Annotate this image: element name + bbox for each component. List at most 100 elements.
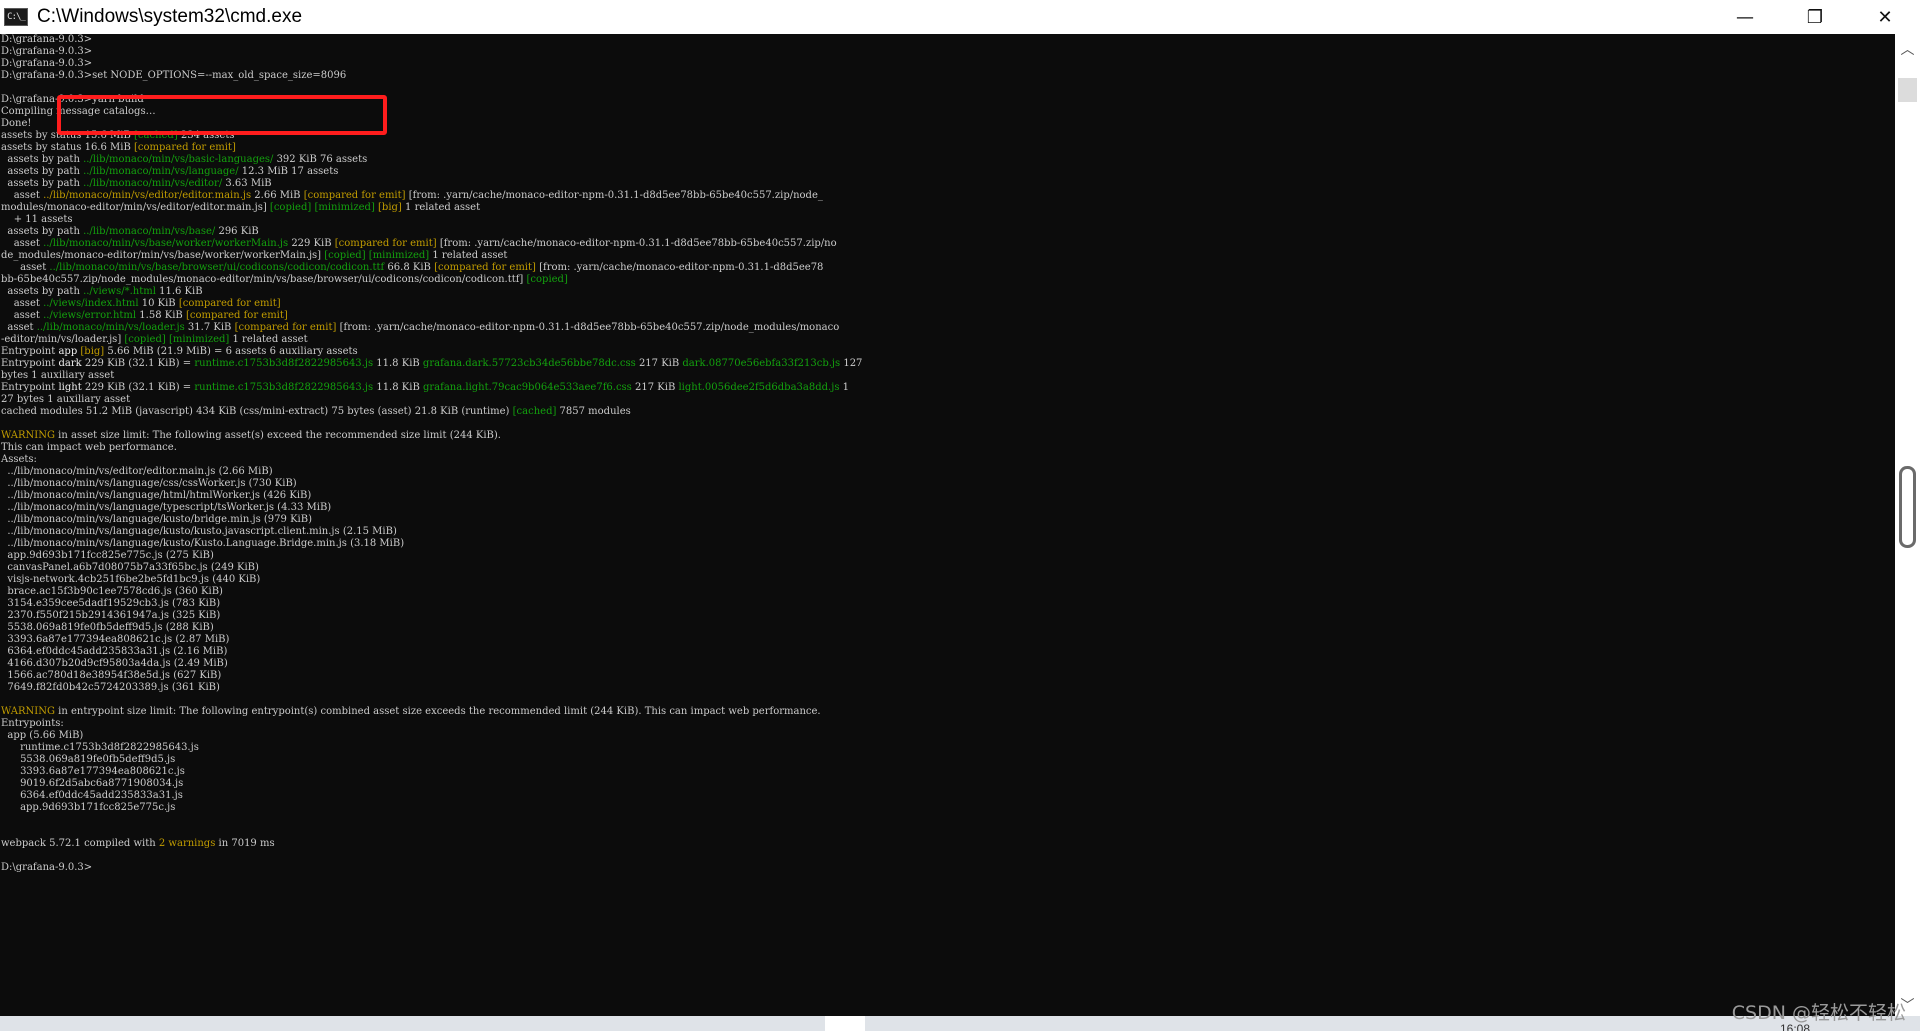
console-line: app.9d693b171fcc825e775c.js (275 KiB) (1, 550, 862, 562)
console-segment: 12.3 MiB 17 assets (238, 166, 339, 177)
console-segment: [copied] (526, 274, 568, 285)
console-line: 3393.6a87e177394ea808621c.js (2.87 MiB) (1, 634, 862, 646)
console-segment: ../views/error.html (43, 310, 137, 321)
console-segment: light (58, 382, 82, 393)
console-segment: [compared for emit] (178, 298, 281, 309)
console-line: asset ../lib/monaco/min/vs/editor/editor… (1, 190, 862, 202)
title-bar[interactable]: C:\_ C:\Windows\system32\cmd.exe — ❐ ✕ (0, 0, 1920, 34)
console-line: Entrypoint light 229 KiB (32.1 KiB) = ru… (1, 382, 862, 394)
console-line: asset ../lib/monaco/min/vs/loader.js 31.… (1, 322, 862, 334)
console-segment: assets by path (1, 226, 84, 237)
console-segment: [compared for emit] (334, 238, 437, 249)
console-line: ../lib/monaco/min/vs/language/kusto/kust… (1, 526, 862, 538)
console-line: 3154.e359cee5dadf19529cb3.js (783 KiB) (1, 598, 862, 610)
console-line: Entrypoints: (1, 718, 862, 730)
console-line: assets by status 16.6 MiB [compared for … (1, 142, 862, 154)
console-segment: assets by path (1, 286, 84, 297)
watermark-text: CSDN @轻松不轻松 (1731, 1002, 1906, 1024)
console-segment: + 11 assets (1, 214, 73, 225)
console-line: asset ../views/index.html 10 KiB [compar… (1, 298, 862, 310)
console-segment: ../lib/monaco/min/vs/base/browser/ui/cod… (49, 262, 385, 273)
console-segment: [compared for emit] (134, 142, 236, 153)
console-segment: assets by path (1, 154, 84, 165)
console-segment: asset (1, 190, 44, 201)
console-segment: app.9d693b171fcc825e775c.js (1, 802, 176, 813)
scroll-up-icon[interactable]: ︿ (1895, 38, 1920, 60)
console-segment: [compared for emit] (434, 262, 536, 273)
console-segment: Entrypoint (1, 382, 59, 393)
console-segment: [compared for emit] (303, 190, 406, 201)
console-line: ../lib/monaco/min/vs/editor/editor.main.… (1, 466, 862, 478)
console-segment: dark (58, 358, 82, 369)
console-line: cached modules 51.2 MiB (javascript) 434… (1, 406, 862, 418)
console-line: 27 bytes 1 auxiliary asset (1, 394, 862, 406)
console-segment: [big] (378, 202, 402, 213)
maximize-button[interactable]: ❐ (1780, 0, 1850, 34)
console-segment: app (58, 346, 78, 357)
console-text: D:\grafana-9.0.3> D:\grafana-9.0.3> D:\gra… (1, 34, 862, 874)
console-segment: in asset size limit: The following asset… (54, 430, 501, 441)
console-segment: ../lib/monaco/min/vs/language/html/htmlW… (1, 490, 312, 501)
console-line: asset ../views/error.html 1.58 KiB [comp… (1, 310, 862, 322)
taskbar-segment (0, 1016, 825, 1031)
vertical-scrollbar[interactable]: ︿ ﹀ (1895, 34, 1920, 1016)
console-segment: 392 KiB 76 assets (273, 154, 368, 165)
minimize-button[interactable]: — (1710, 0, 1780, 34)
console-output[interactable]: D:\grafana-9.0.3> D:\grafana-9.0.3> D:\gra… (0, 34, 1895, 1016)
console-segment: 7649.f82fd0b42c5724203389.js (361 KiB) (1, 682, 220, 693)
console-segment: 11.8 KiB (373, 358, 423, 369)
console-segment: asset (1, 238, 44, 249)
console-segment: D:\grafana-9.0.3> (1, 34, 93, 45)
console-segment: 9019.6f2d5abc6a8771908034.js (1, 778, 184, 789)
console-line: assets by path ../lib/monaco/min/vs/lang… (1, 166, 862, 178)
console-segment: 1 related asset (429, 250, 508, 261)
overlay-scroll-handle[interactable] (1899, 466, 1916, 548)
console-line: runtime.c1753b3d8f2822985643.js (1, 742, 862, 754)
console-segment: assets by path (1, 178, 84, 189)
console-segment: 3154.e359cee5dadf19529cb3.js (783 KiB) (1, 598, 221, 609)
console-line: asset ../lib/monaco/min/vs/base/worker/w… (1, 238, 862, 250)
window-title: C:\Windows\system32\cmd.exe (37, 6, 303, 27)
scrollbar-thumb[interactable] (1898, 78, 1917, 102)
console-segment: 4166.d307b20d9cf95803a4da.js (2.49 MiB) (1, 658, 228, 669)
console-line: D:\grafana-9.0.3> (1, 58, 862, 70)
console-line: ../lib/monaco/min/vs/language/html/htmlW… (1, 490, 862, 502)
console-segment: [minimized] (168, 334, 230, 345)
console-segment: asset (1, 310, 44, 321)
console-segment: [compared for emit] (185, 310, 288, 321)
console-line: ../lib/monaco/min/vs/language/kusto/brid… (1, 514, 862, 526)
console-line: D:\grafana-9.0.3> (1, 46, 862, 58)
console-line: assets by path ../lib/monaco/min/vs/basi… (1, 154, 862, 166)
console-line: app (5.66 MiB) (1, 730, 862, 742)
console-segment: Done! (1, 118, 32, 129)
console-segment: assets by status 16.6 MiB (1, 142, 134, 153)
console-segment: 5.66 MiB (21.9 MiB) = 6 assets 6 auxilia… (104, 346, 358, 357)
console-segment: 5538.069a819fe0fb5deff9d5.js (288 KiB) (1, 622, 214, 633)
console-segment: runtime.c1753b3d8f2822985643.js (194, 382, 374, 393)
cmd-app-icon[interactable]: C:\_ (4, 8, 28, 26)
console-line: ../lib/monaco/min/vs/language/kusto/Kust… (1, 538, 862, 550)
console-line: app.9d693b171fcc825e775c.js (1, 802, 862, 814)
console-segment: 11.8 KiB (373, 382, 423, 393)
console-segment: grafana.light.79cac9b064e533aee7f6.css (422, 382, 632, 393)
console-segment: D:\grafana-9.0.3> (1, 58, 93, 69)
console-segment: ../lib/monaco/min/vs/language/kusto/Kust… (1, 538, 405, 549)
console-segment: 1.58 KiB (136, 310, 186, 321)
console-segment: ../lib/monaco/min/vs/language/typescript… (1, 502, 332, 513)
console-line: webpack 5.72.1 compiled with 2 warnings … (1, 838, 862, 850)
console-segment: [copied] (269, 202, 312, 213)
console-line: Entrypoint dark 229 KiB (32.1 KiB) = run… (1, 358, 862, 370)
console-line: 3393.6a87e177394ea808621c.js (1, 766, 862, 778)
console-segment: 1 related asset (401, 202, 481, 213)
taskbar-segment-active (825, 1016, 865, 1031)
console-segment: cached modules 51.2 MiB (javascript) 434… (1, 406, 513, 417)
console-segment: runtime.c1753b3d8f2822985643.js (1, 742, 199, 753)
console-segment: 217 KiB (635, 358, 683, 369)
console-line: D:\grafana-9.0.3>set NODE_OPTIONS=--max_… (1, 70, 862, 82)
console-segment: 6364.ef0ddc45add235833a31.js (2.16 MiB) (1, 646, 228, 657)
console-segment: WARNING (1, 430, 55, 441)
console-segment: ../lib/monaco/min/vs/language/kusto/brid… (1, 514, 312, 525)
close-button[interactable]: ✕ (1850, 0, 1920, 34)
